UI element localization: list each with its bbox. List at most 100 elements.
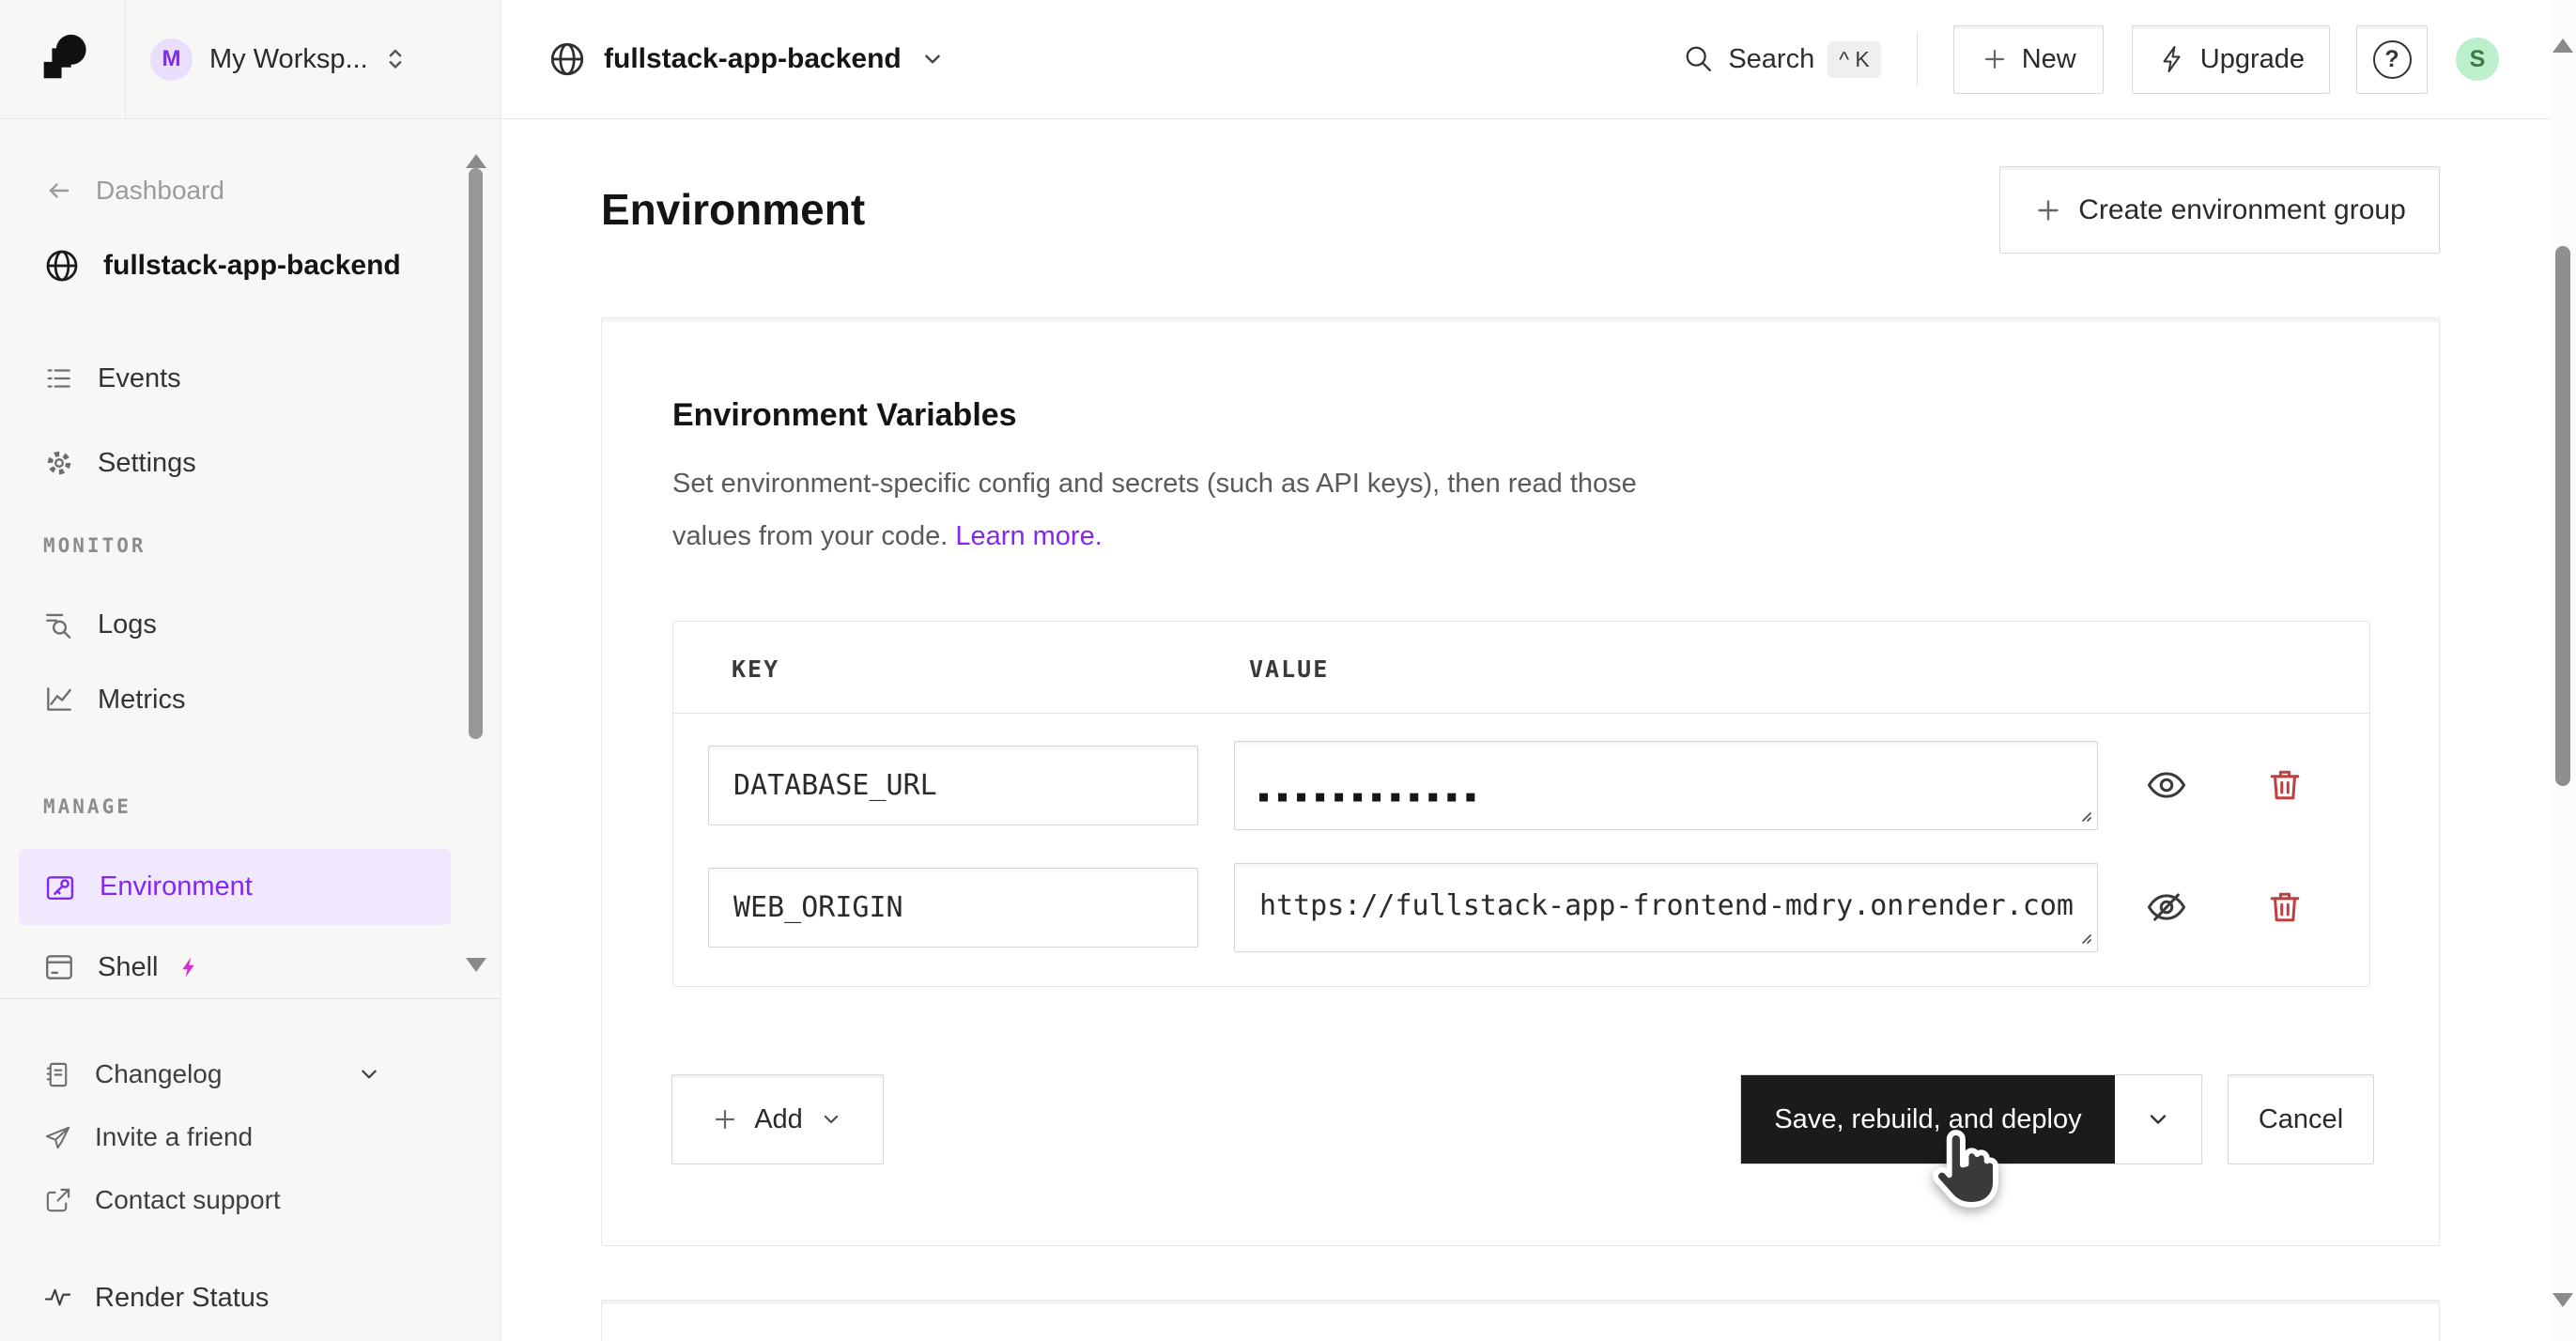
search-button[interactable]: Search ^ K — [1683, 41, 1880, 78]
sidebar: Dashboard fullstack-app-backend Events S… — [0, 119, 501, 1341]
plus-icon — [1981, 45, 2009, 73]
new-button-label: New — [2022, 44, 2076, 75]
chevron-down-icon[interactable] — [355, 1060, 383, 1088]
next-section-card — [601, 1300, 2440, 1341]
sidebar-item-render-status[interactable]: Render Status — [43, 1271, 438, 1325]
sidebar-item-label: Metrics — [98, 685, 185, 716]
sidebar-service[interactable]: fullstack-app-backend — [43, 239, 438, 293]
page-title: Environment — [601, 184, 865, 235]
render-logo[interactable] — [0, 0, 126, 118]
save-options-chevron[interactable] — [2115, 1075, 2201, 1164]
question-icon: ? — [2373, 40, 2412, 79]
plus-icon — [2033, 195, 2063, 225]
sidebar-item-contact[interactable]: Contact support — [43, 1173, 438, 1227]
chevron-down-icon — [918, 45, 947, 73]
add-variable-label: Add — [754, 1104, 803, 1135]
create-environment-group-label: Create environment group — [2078, 194, 2406, 226]
sidebar-item-metrics[interactable]: Metrics — [43, 672, 438, 727]
key-edit-icon — [43, 871, 77, 904]
cancel-button[interactable]: Cancel — [2228, 1074, 2374, 1164]
sidebar-section-manage: MANAGE — [43, 795, 131, 818]
workspace-name: My Worksp... — [209, 44, 368, 75]
upgrade-button[interactable]: Upgrade — [2132, 25, 2330, 94]
environment-variables-card: Environment Variables Set environment-sp… — [601, 317, 2440, 1246]
service-selector[interactable]: fullstack-app-backend — [548, 39, 947, 79]
logs-search-icon — [43, 609, 75, 640]
sidebar-item-shell[interactable]: Shell — [43, 940, 438, 994]
list-icon — [43, 362, 75, 394]
sidebar-section-monitor: MONITOR — [43, 534, 147, 557]
env-var-value-input[interactable]: https://fullstack-app-frontend-mdry.onre… — [1234, 863, 2098, 952]
help-button[interactable]: ? — [2356, 25, 2428, 94]
trash-icon[interactable] — [2262, 763, 2307, 808]
sidebar-item-events[interactable]: Events — [43, 351, 438, 406]
sidebar-item-label: Environment — [100, 871, 253, 902]
page-scroll-down[interactable] — [2553, 1307, 2573, 1324]
sidebar-divider — [0, 998, 501, 999]
sidebar-item-label: Invite a friend — [95, 1122, 253, 1152]
bolt-icon — [177, 956, 200, 979]
sidebar-scrollbar-thumb[interactable] — [469, 168, 483, 739]
env-var-value-field: ■■■■■■■■■■■■ — [1234, 741, 2098, 830]
sidebar-item-changelog[interactable]: Changelog — [43, 1047, 438, 1102]
gear-icon — [43, 447, 75, 479]
page-scroll-up[interactable] — [2553, 23, 2573, 39]
eye-off-icon[interactable] — [2144, 885, 2189, 930]
pulse-icon — [43, 1284, 72, 1313]
sidebar-item-settings[interactable]: Settings — [43, 436, 438, 490]
chevron-down-icon — [818, 1106, 844, 1133]
add-variable-button[interactable]: Add — [671, 1074, 884, 1164]
user-avatar[interactable]: S — [2456, 38, 2499, 81]
env-vars-title: Environment Variables — [672, 397, 1017, 434]
save-split-button: Save, rebuild, and deploy — [1740, 1074, 2202, 1164]
topbar: M My Worksp... fullstack-app-backend — [0, 0, 2550, 119]
env-var-value-field: https://fullstack-app-frontend-mdry.onre… — [1234, 863, 2098, 952]
sidebar-scroll-down[interactable] — [466, 972, 486, 989]
workspace-avatar: M — [150, 39, 193, 81]
sidebar-item-label: Changelog — [95, 1059, 222, 1089]
notebook-icon — [43, 1060, 72, 1089]
chevron-down-icon — [2143, 1104, 2173, 1134]
sidebar-item-invite[interactable]: Invite a friend — [43, 1110, 438, 1164]
sidebar-back-dashboard[interactable]: Dashboard — [43, 163, 438, 218]
search-label: Search — [1728, 44, 1814, 75]
sidebar-item-label: Events — [98, 363, 181, 394]
paper-plane-icon — [43, 1123, 72, 1152]
env-var-value-input[interactable]: ■■■■■■■■■■■■ — [1234, 741, 2098, 830]
env-vars-table: KEY VALUE ■■■■■■■■■■■■ — [672, 621, 2370, 987]
render-logo-icon — [36, 32, 90, 86]
create-environment-group-button[interactable]: Create environment group — [1999, 166, 2440, 254]
sidebar-scroll-up[interactable] — [466, 138, 486, 155]
bolt-icon — [2157, 44, 2187, 74]
env-vars-description: Set environment-specific config and secr… — [672, 457, 1637, 563]
sidebar-item-logs[interactable]: Logs — [43, 597, 438, 652]
service-name: fullstack-app-backend — [604, 43, 902, 75]
sidebar-item-label: Contact support — [95, 1185, 281, 1215]
value-column-header: VALUE — [1249, 655, 1329, 683]
sidebar-item-label: Settings — [98, 448, 196, 479]
workspace-selector[interactable]: M My Worksp... — [126, 0, 501, 118]
new-button[interactable]: New — [1953, 25, 2104, 94]
key-column-header: KEY — [732, 655, 779, 683]
sidebar-service-name: fullstack-app-backend — [103, 250, 401, 282]
sidebar-item-label: Render Status — [95, 1283, 269, 1314]
env-vars-description-line1: Set environment-specific config and secr… — [672, 469, 1637, 499]
search-shortcut: ^ K — [1828, 41, 1881, 78]
env-var-key-input[interactable] — [708, 868, 1198, 948]
sidebar-item-label: Shell — [98, 952, 159, 983]
cancel-button-label: Cancel — [2259, 1104, 2343, 1135]
learn-more-link[interactable]: Learn more. — [955, 521, 1102, 551]
plus-icon — [711, 1105, 739, 1133]
page-scrollbar — [2550, 0, 2576, 1341]
sidebar-item-environment[interactable]: Environment — [19, 849, 451, 925]
topbar-actions: Search ^ K New Upgrade — [1683, 25, 2499, 94]
env-vars-description-line2: values from your code. — [672, 521, 948, 551]
eye-icon[interactable] — [2144, 763, 2189, 808]
topbar-divider — [1917, 32, 1918, 86]
trash-icon[interactable] — [2262, 885, 2307, 930]
external-link-icon — [43, 1186, 72, 1215]
upgrade-button-label: Upgrade — [2200, 44, 2305, 75]
save-rebuild-deploy-button[interactable]: Save, rebuild, and deploy — [1741, 1075, 2115, 1164]
page-scrollbar-thumb[interactable] — [2555, 246, 2570, 786]
env-var-key-input[interactable] — [708, 746, 1198, 825]
